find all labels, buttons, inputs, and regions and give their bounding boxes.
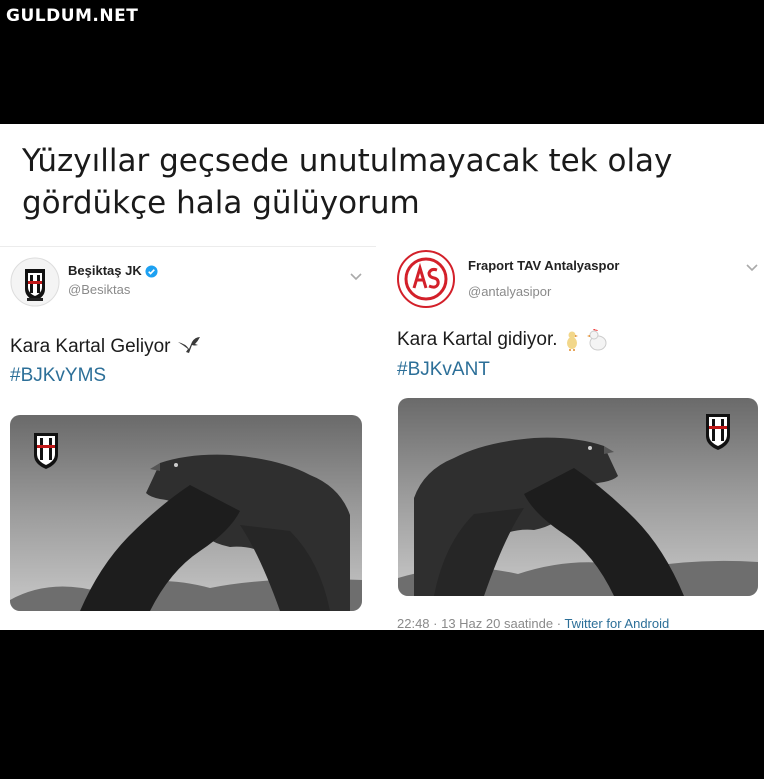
chick-emoji-icon (566, 331, 578, 351)
site-watermark: GULDUM.NET (6, 6, 139, 26)
tweet-timestamp: 22:48 · 13 Haz 20 saatinde · (397, 616, 562, 630)
account-name[interactable]: Fraport TAV Antalyaspor (468, 258, 619, 273)
antalyaspor-crest-icon[interactable] (397, 250, 455, 308)
chevron-down-icon[interactable] (746, 264, 758, 272)
tweet-besiktas[interactable]: Beşiktaş JK @Besiktas Kara Kartal Geliyo… (0, 246, 376, 630)
tweet-text: Kara Kartal gidiyor. (397, 328, 610, 352)
caption-line-1: Yüzyıllar geçsede unutulmayacak tek olay (22, 143, 673, 179)
caption-line-2: gördükçe hala gülüyorum (22, 185, 420, 221)
bjk-crest-icon (706, 414, 730, 450)
tweet-eagle-image[interactable] (10, 415, 362, 611)
tweet-text: Kara Kartal Geliyor (10, 336, 202, 358)
tweet-eagle-image[interactable] (398, 398, 758, 596)
account-handle[interactable]: @antalyasipor (468, 284, 551, 299)
tweet-hashtag[interactable]: #BJKvANT (397, 359, 490, 381)
bjk-crest-icon (34, 433, 58, 469)
bjk-crest-icon[interactable] (10, 257, 60, 307)
account-name[interactable]: Beşiktaş JK (68, 263, 158, 278)
tweet-source-link[interactable]: Twitter for Android (564, 616, 669, 630)
hen-emoji-icon (587, 329, 607, 351)
eagle-emoji-icon (177, 337, 200, 353)
account-handle[interactable]: @Besiktas (68, 282, 130, 297)
chevron-down-icon[interactable] (350, 273, 362, 281)
meme-caption: Yüzyıllar geçsede unutulmayacak tek olay… (22, 140, 742, 224)
verified-badge-icon (145, 265, 158, 278)
tweet-meta: 22:48 · 13 Haz 20 saatinde · Twitter for… (397, 616, 669, 630)
tweet-antalyaspor[interactable]: Fraport TAV Antalyaspor @antalyasipor Ka… (385, 246, 764, 630)
tweet-hashtag[interactable]: #BJKvYMS (10, 365, 106, 387)
meme-panel: Yüzyıllar geçsede unutulmayacak tek olay… (0, 124, 764, 630)
